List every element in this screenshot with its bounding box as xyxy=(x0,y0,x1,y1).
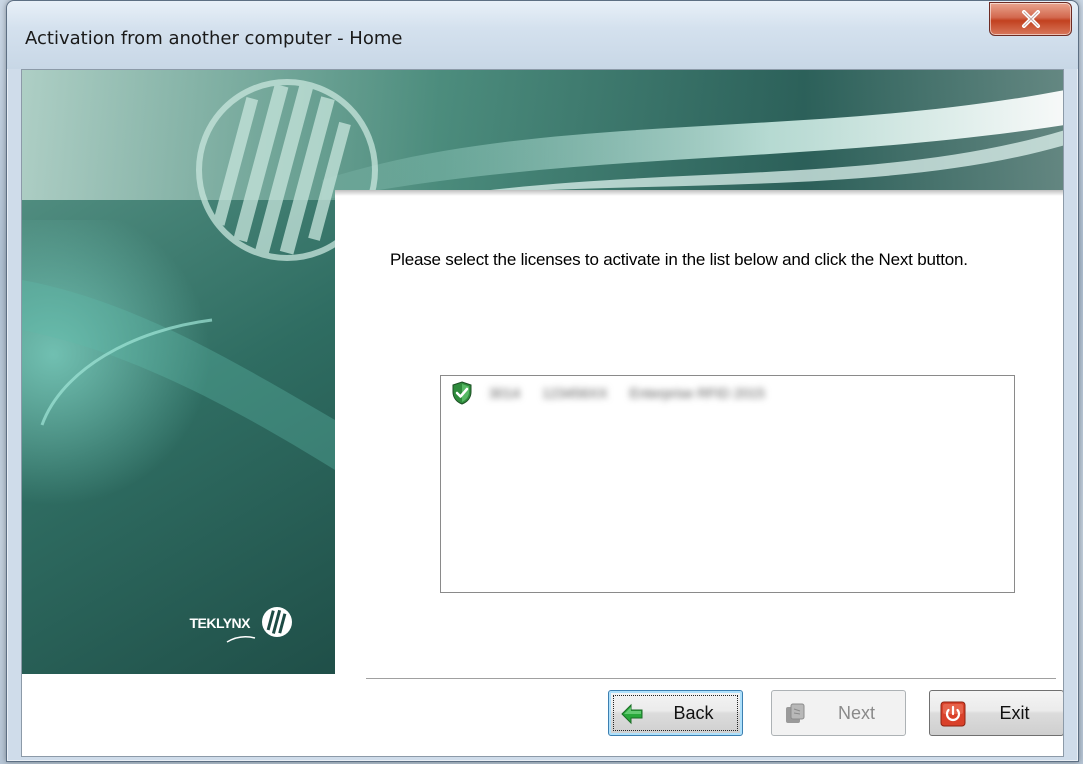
shield-check-icon xyxy=(452,381,472,405)
license-list[interactable]: 3014 123456XX Enterprise RFID 2015 xyxy=(440,375,1015,593)
close-icon xyxy=(1021,10,1040,28)
exit-button[interactable]: Exit xyxy=(929,690,1063,736)
list-item[interactable]: 3014 123456XX Enterprise RFID 2015 xyxy=(451,380,765,406)
window-title: Activation from another computer - Home xyxy=(25,28,403,49)
footer-separator xyxy=(366,678,1056,679)
next-icon xyxy=(786,703,805,723)
dialog-client-area: TEKLYNX Please select the licenses to ac… xyxy=(21,69,1064,757)
license-key: 123456XX xyxy=(542,385,608,401)
license-id: 3014 xyxy=(489,385,521,401)
license-name: Enterprise RFID 2015 xyxy=(629,385,765,401)
panel-shadow xyxy=(335,190,1063,196)
back-button[interactable]: Back xyxy=(608,690,743,736)
title-bar[interactable]: Activation from another computer - Home xyxy=(7,1,1078,69)
arrow-left-icon xyxy=(621,703,643,725)
instruction-text: Please select the licenses to activate i… xyxy=(390,250,968,269)
back-button-label: Back xyxy=(673,703,714,723)
close-button[interactable] xyxy=(989,2,1072,36)
license-entry-text: 3014 123456XX Enterprise RFID 2015 xyxy=(489,385,765,401)
activation-window: Activation from another computer - Home xyxy=(6,0,1079,762)
brand-logo-text: TEKLYNX xyxy=(189,615,251,631)
next-button[interactable]: Next xyxy=(771,690,906,736)
power-icon xyxy=(940,701,966,727)
exit-button-label: Exit xyxy=(999,703,1030,723)
next-button-label: Next xyxy=(837,703,875,723)
